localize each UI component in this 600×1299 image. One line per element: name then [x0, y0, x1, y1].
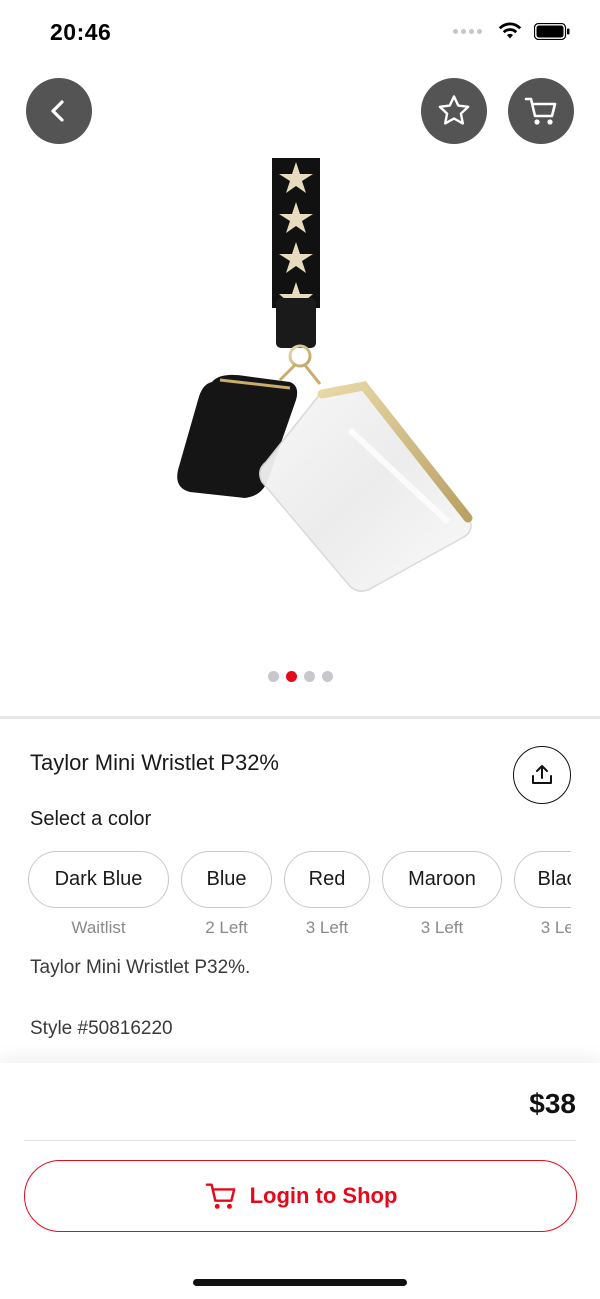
stock-label: 3 Left — [540, 918, 571, 937]
image-pager[interactable] — [0, 671, 600, 682]
login-button-label: Login to Shop — [249, 1183, 398, 1208]
color-chip[interactable]: Red — [284, 851, 370, 908]
battery-icon — [534, 22, 570, 40]
status-icons — [453, 22, 570, 40]
color-chip[interactable]: Maroon — [382, 851, 502, 908]
style-number: Style #50816220 — [30, 1018, 173, 1039]
stock-label: 3 Left — [420, 918, 464, 937]
pager-dot[interactable] — [321, 671, 333, 682]
login-to-shop-button[interactable]: Login to Shop — [24, 1160, 577, 1232]
select-color-label: Select a color — [30, 808, 152, 830]
product-price: $38 — [529, 1088, 576, 1119]
pager-dot-active[interactable] — [285, 671, 297, 682]
color-chip[interactable]: Black — [514, 851, 571, 908]
product-description: Taylor Mini Wristlet P32%. — [30, 957, 251, 978]
signal-icon — [453, 28, 482, 34]
share-button[interactable] — [513, 746, 571, 804]
color-option-dark-blue[interactable]: Dark Blue Waitlist — [28, 851, 169, 938]
stock-label: 2 Left — [205, 918, 248, 937]
color-option-maroon[interactable]: Maroon 3 Left — [382, 851, 502, 938]
wifi-icon — [498, 22, 522, 39]
color-chip[interactable]: Blue — [181, 851, 272, 908]
status-time: 20:46 — [50, 19, 112, 45]
divider — [24, 1140, 576, 1141]
pager-dot[interactable] — [267, 671, 279, 682]
star-outline-icon — [438, 95, 470, 125]
chevron-left-icon — [51, 100, 64, 122]
product-title: Taylor Mini Wristlet P32% — [30, 750, 279, 775]
product-image — [177, 158, 473, 592]
color-option-black[interactable]: Black 3 Left — [514, 851, 571, 938]
status-bar: 20:46 — [0, 0, 600, 66]
color-option-blue[interactable]: Blue 2 Left — [181, 851, 272, 938]
color-selector: Dark Blue Waitlist Blue 2 Left Red 3 Lef… — [28, 851, 571, 943]
divider — [0, 716, 600, 719]
cart-button[interactable] — [508, 78, 574, 144]
back-button[interactable] — [26, 78, 92, 144]
home-indicator — [193, 1279, 407, 1286]
share-upload-icon — [532, 765, 552, 784]
stock-label: Waitlist — [71, 918, 126, 937]
stock-label: 3 Left — [305, 918, 349, 937]
color-chip[interactable]: Dark Blue — [28, 851, 169, 908]
pager-dot[interactable] — [303, 671, 315, 682]
color-option-red[interactable]: Red 3 Left — [284, 851, 370, 938]
cart-icon — [524, 97, 557, 125]
favorite-button[interactable] — [421, 78, 487, 144]
cart-icon — [205, 1183, 235, 1209]
